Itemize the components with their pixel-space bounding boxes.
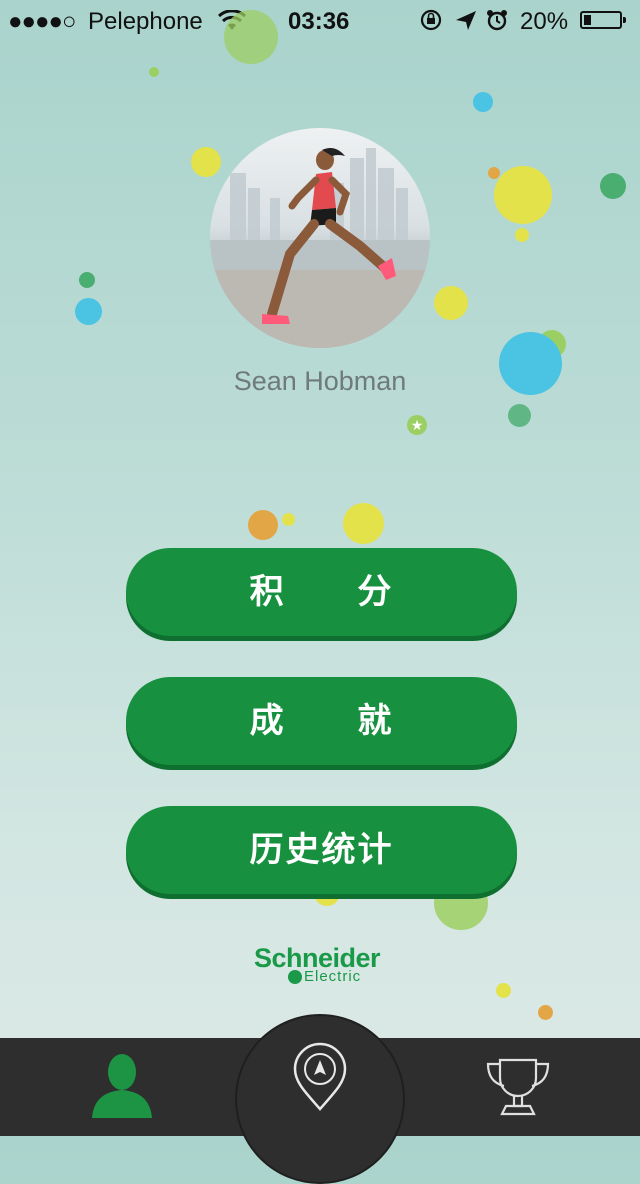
rotation-lock-icon	[420, 9, 442, 31]
alarm-icon	[487, 10, 507, 31]
status-bar: ●●●●○ Pelephone 03:36 20%	[0, 0, 640, 40]
bubble	[191, 147, 221, 177]
battery-icon	[580, 11, 626, 29]
points-button[interactable]: 积 分	[126, 548, 517, 636]
navigate-tab[interactable]	[235, 1014, 405, 1184]
bubble	[75, 298, 102, 325]
bubble	[473, 92, 493, 112]
runner-photo	[210, 148, 430, 348]
avatar[interactable]	[210, 128, 430, 348]
person-icon	[92, 1054, 152, 1118]
carrier-name: Pelephone	[88, 8, 203, 35]
schneider-electric-logo: Schneider Electric	[254, 943, 394, 985]
trophy-tab[interactable]	[480, 1052, 556, 1122]
achievements-button[interactable]: 成 就	[126, 677, 517, 765]
bubble	[434, 286, 468, 320]
status-icons	[420, 8, 514, 39]
bubble	[224, 10, 278, 64]
battery-percent: 20%	[520, 8, 569, 35]
brand-mark-icon	[288, 970, 302, 985]
bubble	[343, 503, 384, 544]
bubble	[600, 173, 626, 199]
history-statistics-button[interactable]: 历史统计	[126, 806, 517, 894]
map-pin-compass-icon	[293, 1042, 347, 1111]
bubble	[494, 166, 552, 224]
bubble	[496, 983, 511, 998]
bubble	[79, 272, 95, 288]
bubble	[282, 513, 295, 526]
profile-tab[interactable]	[80, 1050, 164, 1120]
bubble	[149, 67, 159, 77]
bubble	[508, 404, 531, 427]
clock: 03:36	[288, 8, 350, 35]
bubble	[538, 1005, 553, 1020]
bubble	[488, 167, 500, 179]
trophy-icon	[486, 1058, 550, 1116]
user-name: Sean Hobman	[233, 366, 407, 396]
bubble	[515, 228, 529, 242]
location-arrow-icon	[456, 11, 476, 30]
bubble	[248, 510, 278, 540]
star-bubble: ★	[407, 415, 427, 435]
signal-strength: ●●●●○	[8, 8, 76, 35]
